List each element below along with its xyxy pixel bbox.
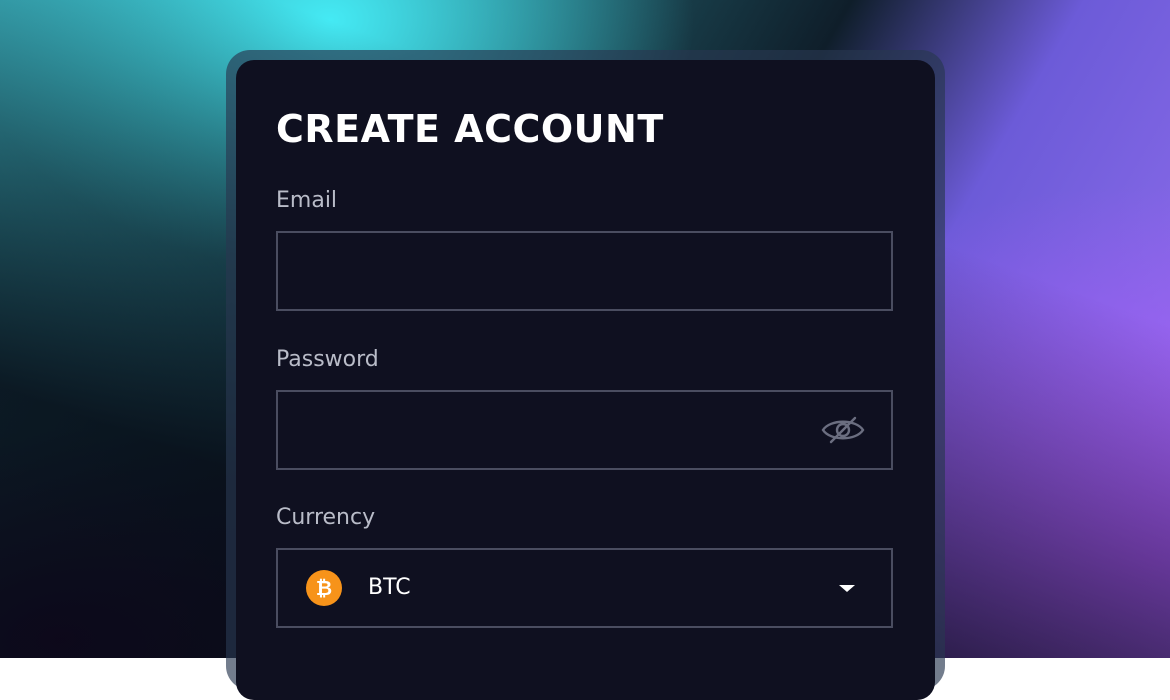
eye-off-icon — [821, 416, 865, 444]
chevron-down-icon — [839, 585, 855, 592]
email-field[interactable] — [278, 233, 891, 309]
create-account-card: CREATE ACCOUNT Email Password Currency ₿… — [236, 60, 935, 700]
currency-label: Currency — [276, 505, 376, 530]
password-field-box — [276, 390, 893, 470]
bitcoin-icon: ₿ — [306, 570, 342, 606]
currency-select[interactable]: ₿ BTC — [276, 548, 893, 628]
password-label: Password — [276, 347, 379, 372]
email-field-box — [276, 231, 893, 311]
toggle-password-visibility-button[interactable] — [821, 414, 865, 446]
email-label: Email — [276, 188, 338, 213]
currency-selected-value: BTC — [368, 575, 411, 600]
password-field[interactable] — [278, 392, 891, 468]
page-title: CREATE ACCOUNT — [276, 107, 664, 151]
